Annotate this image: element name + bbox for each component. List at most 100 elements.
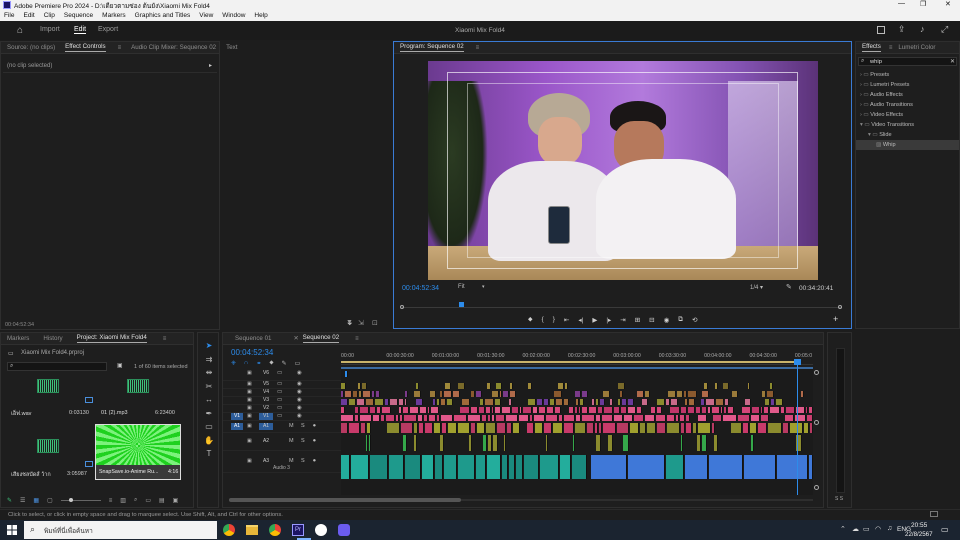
clip[interactable] [458, 455, 476, 479]
voice-over-icon[interactable]: ⏺ [313, 458, 316, 465]
effects-search-clear-icon[interactable]: ✕ [950, 58, 955, 65]
clip[interactable] [413, 435, 417, 451]
clip[interactable] [458, 383, 465, 389]
clip[interactable] [533, 407, 538, 413]
clip[interactable] [744, 399, 751, 405]
mark-out-icon[interactable]: } [553, 316, 555, 326]
clip[interactable] [707, 407, 711, 413]
clip[interactable] [555, 407, 561, 413]
clip[interactable] [492, 415, 496, 421]
clip[interactable] [602, 391, 611, 397]
timeline-horizontal-scrollbar[interactable] [229, 498, 813, 502]
clip[interactable] [400, 423, 413, 433]
clip[interactable] [569, 407, 574, 413]
clip[interactable] [436, 415, 441, 421]
clip[interactable] [461, 399, 470, 405]
rectangle-tool-icon[interactable]: ▭ [205, 422, 213, 431]
timeline-playhead-head[interactable] [794, 359, 801, 365]
clip[interactable] [552, 423, 564, 433]
tab-lumetri-color[interactable]: Lumetri Color [898, 44, 935, 51]
tab-sequence-01[interactable]: Sequence 01 [235, 335, 271, 342]
workspace-edit[interactable]: Edit [74, 26, 87, 34]
clip[interactable] [403, 435, 407, 451]
clip[interactable] [637, 407, 642, 413]
ec-filter-icon[interactable]: ▼ [346, 319, 353, 326]
program-menu-icon[interactable]: ≡ [476, 45, 480, 51]
windows-start-icon[interactable] [7, 525, 17, 535]
clip[interactable] [357, 383, 362, 389]
clip[interactable] [487, 435, 492, 451]
tab-audio-clip-mixer[interactable]: Audio Clip Mixer: Sequence 02 [131, 44, 216, 51]
clip[interactable] [444, 391, 453, 397]
clip[interactable] [786, 407, 795, 413]
source-patch-v6[interactable] [231, 370, 243, 377]
clip[interactable] [497, 423, 506, 433]
clip[interactable] [559, 415, 564, 421]
clip[interactable] [681, 423, 685, 433]
menu-clip[interactable]: Clip [44, 12, 55, 19]
clip[interactable] [769, 383, 774, 389]
lock-track-icon[interactable]: ▣ [247, 397, 252, 403]
write-protect-icon[interactable]: ✎ [7, 497, 12, 504]
clip[interactable] [505, 415, 519, 421]
clip[interactable] [495, 407, 502, 413]
clip[interactable] [354, 407, 359, 413]
clip[interactable] [427, 407, 431, 413]
clip[interactable] [702, 435, 707, 451]
source-patch-v4[interactable] [231, 389, 243, 396]
clip[interactable] [656, 407, 662, 413]
effects-item-slide[interactable]: ▾ ▭ Slide [856, 130, 959, 140]
clip[interactable] [524, 455, 539, 479]
clip[interactable] [809, 407, 813, 413]
clip[interactable] [656, 423, 666, 433]
clip[interactable] [365, 435, 369, 451]
clip[interactable] [503, 435, 507, 451]
comparison-view-icon[interactable]: ⧉ [678, 316, 683, 326]
timeline-ruler[interactable]: 00:00 00:00:30:00 00:01:00:00 00:01:30:00 00… [341, 351, 813, 365]
clip[interactable] [503, 391, 510, 397]
menu-file[interactable]: File [4, 12, 14, 19]
track-v1[interactable] [341, 415, 813, 421]
clip[interactable] [621, 399, 628, 405]
fit-dropdown[interactable]: Fit ▾ [458, 284, 488, 293]
clip[interactable] [591, 455, 628, 479]
clip[interactable] [502, 407, 511, 413]
clip[interactable] [670, 407, 680, 413]
clip[interactable] [665, 399, 671, 405]
tray-wifi-icon[interactable]: ◠ [875, 525, 881, 533]
clip[interactable] [582, 407, 588, 413]
clip[interactable] [770, 407, 780, 413]
vertical-zoom-handle-mid[interactable] [814, 420, 819, 425]
program-scrub-bar[interactable] [400, 302, 842, 309]
ripple-edit-tool-icon[interactable]: ⇹ [206, 368, 213, 377]
effects-item-audio-transitions[interactable]: › ▭ Audio Transitions [856, 100, 959, 110]
clip[interactable] [686, 415, 690, 421]
clip[interactable] [785, 415, 795, 421]
clip[interactable] [647, 423, 656, 433]
clip[interactable] [341, 399, 348, 405]
clip[interactable] [384, 399, 390, 405]
chrome-icon-2[interactable] [269, 524, 281, 536]
work-area-bar[interactable] [341, 361, 799, 363]
clip[interactable] [563, 399, 569, 405]
clip[interactable] [486, 407, 491, 413]
solo-button[interactable]: S [301, 438, 305, 444]
track-area[interactable] [341, 367, 813, 495]
clip[interactable] [680, 435, 683, 451]
clip[interactable] [545, 435, 549, 451]
clip[interactable] [711, 407, 721, 413]
clip[interactable] [370, 407, 377, 413]
clip[interactable] [758, 423, 767, 433]
clip[interactable] [572, 455, 587, 479]
clip[interactable] [630, 423, 640, 433]
clip[interactable] [695, 407, 701, 413]
go-to-in-icon[interactable]: ⇤ [564, 316, 569, 326]
new-bin-icon[interactable]: ▭ [145, 497, 151, 504]
clip[interactable] [618, 399, 621, 405]
add-marker-icon[interactable]: ⬥ [528, 316, 533, 326]
close-sequence-icon[interactable]: ✕ [293, 335, 298, 342]
workspace-switch-icon[interactable] [877, 26, 885, 34]
clip[interactable] [519, 415, 529, 421]
clip[interactable] [354, 415, 360, 421]
clip[interactable] [602, 415, 613, 421]
